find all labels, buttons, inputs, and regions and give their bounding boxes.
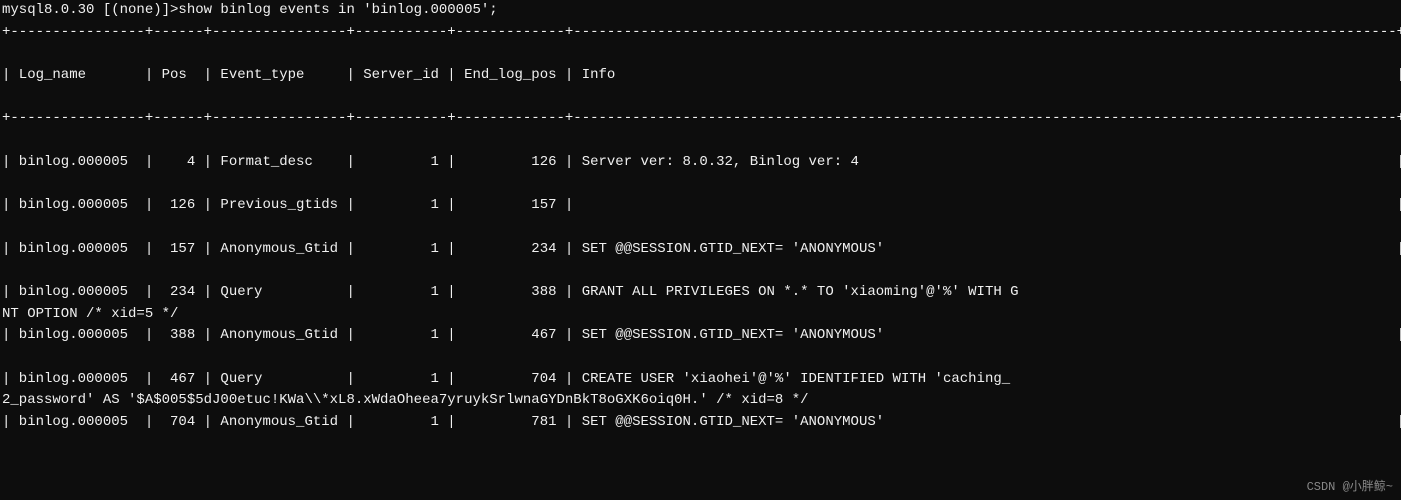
terminal-line: | bbox=[0, 260, 1401, 282]
terminal-line: +----------------+------+---------------… bbox=[0, 22, 1401, 44]
terminal-line: | bbox=[0, 174, 1401, 196]
terminal-line: | bbox=[0, 43, 1401, 65]
terminal-line: | bbox=[0, 130, 1401, 152]
terminal-line: NT OPTION /* xid=5 */ bbox=[0, 304, 1401, 326]
terminal-line: +----------------+------+---------------… bbox=[0, 108, 1401, 130]
terminal-line: | binlog.000005 | 388 | Anonymous_Gtid |… bbox=[0, 325, 1401, 347]
terminal-line: | binlog.000005 | 467 | Query | 1 | 704 … bbox=[0, 369, 1401, 391]
terminal-line: 2_password' AS '$A$005$5dJ00etuc!KWa\\*x… bbox=[0, 390, 1401, 412]
terminal-line: mysql8.0.30 [(none)]>show binlog events … bbox=[0, 0, 1401, 22]
terminal-line: | bbox=[0, 217, 1401, 239]
terminal-line: | binlog.000005 | 234 | Query | 1 | 388 … bbox=[0, 282, 1401, 304]
terminal-line: | binlog.000005 | 157 | Anonymous_Gtid |… bbox=[0, 239, 1401, 261]
terminal: mysql8.0.30 [(none)]>show binlog events … bbox=[0, 0, 1401, 500]
terminal-line: | binlog.000005 | 4 | Format_desc | 1 | … bbox=[0, 152, 1401, 174]
terminal-line: | bbox=[0, 87, 1401, 109]
terminal-line: | bbox=[0, 347, 1401, 369]
terminal-line: | binlog.000005 | 704 | Anonymous_Gtid |… bbox=[0, 412, 1401, 434]
terminal-line: | Log_name | Pos | Event_type | Server_i… bbox=[0, 65, 1401, 87]
watermark: CSDN @小胖鲸~ bbox=[1307, 477, 1393, 494]
terminal-line: | binlog.000005 | 126 | Previous_gtids |… bbox=[0, 195, 1401, 217]
